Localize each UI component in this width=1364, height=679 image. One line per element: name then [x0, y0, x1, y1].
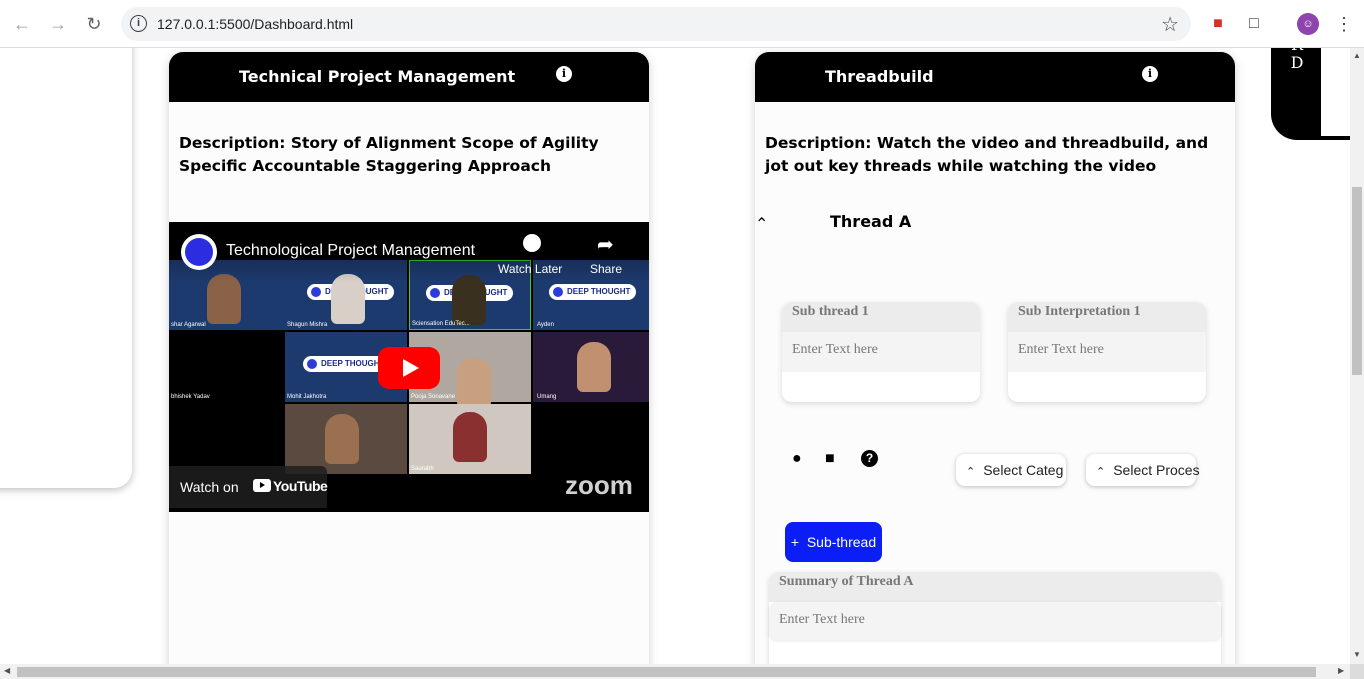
participant-name: Pooja Sonavane: [411, 394, 456, 400]
card-title: Technical Project Management: [239, 67, 516, 86]
back-arrow-icon[interactable]: ←: [10, 12, 34, 36]
video-embed[interactable]: shar Agarwal DEEP THOUGHTShagun Mishra D…: [169, 222, 649, 512]
description-label: Description:: [179, 134, 286, 152]
participant-name: Mohit Jakhotra: [287, 394, 327, 400]
scroll-right-arrow-icon[interactable]: ▶: [1338, 666, 1344, 675]
browser-toolbar: ← → ↻ i 127.0.0.1:5500/Dashboard.html ☆ …: [0, 0, 1364, 48]
watch-later-button[interactable]: Watch Later: [498, 262, 562, 276]
select-process-label: Select Proces: [1113, 462, 1200, 478]
sub-thread-box: Sub thread 1 Enter Text here: [782, 302, 980, 402]
scrollbar-corner: [1350, 664, 1364, 679]
participant-image: [453, 412, 487, 462]
description-label: Description:: [765, 134, 872, 152]
right-nav-tab-edge: [1321, 48, 1350, 136]
sub-thread-label: Sub thread 1: [782, 302, 980, 332]
channel-logo[interactable]: [181, 234, 217, 270]
card-header: Threadbuild i: [755, 52, 1235, 102]
horizontal-scroll-thumb[interactable]: [17, 667, 1316, 677]
vertical-scrollbar[interactable]: ▲ ▼: [1350, 48, 1364, 664]
participant-name: Sciensation EduTec...: [412, 321, 470, 327]
participant-image: [452, 275, 486, 325]
participant-name: Saurabh: [411, 466, 434, 472]
plus-icon: +: [790, 534, 807, 550]
share-button[interactable]: Share: [590, 262, 622, 276]
project-card: Technical Project Management i Descripti…: [169, 52, 649, 664]
right-nav-tab-label: R D: [1290, 48, 1304, 72]
select-process-button[interactable]: ⌃ Select Proces: [1086, 454, 1200, 486]
site-info-icon[interactable]: i: [130, 15, 147, 32]
chevron-up-icon: ⌃: [966, 466, 976, 478]
summary-input[interactable]: Enter Text here: [769, 602, 1221, 640]
watch-on-label: Watch on: [180, 479, 239, 495]
zoom-watermark: zoom: [565, 470, 633, 500]
thread-title: Thread A: [830, 212, 912, 231]
select-category-button[interactable]: ⌃ Select Categ: [956, 454, 1066, 486]
summary-label: Summary of Thread A: [769, 572, 1221, 602]
lightbulb-icon[interactable]: ●: [792, 450, 802, 468]
info-icon[interactable]: i: [1142, 66, 1158, 82]
card-description: Description: Watch the video and threadb…: [765, 132, 1225, 178]
participant-image: [325, 414, 359, 464]
youtube-logo-icon: [253, 479, 271, 492]
collapse-chevron-icon[interactable]: ⌃: [755, 214, 768, 234]
horizontal-scrollbar[interactable]: ◀ ▶: [0, 664, 1350, 679]
participant-name: shar Agarwal: [171, 322, 206, 328]
video-title[interactable]: Technological Project Management: [226, 242, 475, 260]
left-sidebar-panel: [0, 48, 132, 488]
profile-avatar-icon[interactable]: ☺: [1297, 13, 1319, 35]
scroll-down-arrow-icon[interactable]: ▼: [1353, 650, 1361, 659]
page-content: Technical Project Management i Descripti…: [0, 48, 1350, 664]
chat-bubble-icon[interactable]: ■: [825, 450, 835, 468]
select-category-label: Select Categ: [983, 462, 1064, 478]
address-bar[interactable]: i 127.0.0.1:5500/Dashboard.html ☆: [121, 7, 1191, 41]
chevron-up-icon: ⌃: [1096, 466, 1106, 478]
browser-menu-icon[interactable]: ⋮: [1333, 13, 1355, 35]
participant-name: Ayden: [537, 322, 554, 328]
reload-icon[interactable]: ↻: [82, 12, 106, 36]
vertical-scroll-thumb[interactable]: [1352, 187, 1362, 375]
sub-interpretation-label: Sub Interpretation 1: [1008, 302, 1206, 332]
video-tile: [285, 404, 407, 474]
add-sub-thread-button[interactable]: + Sub-thread: [785, 522, 882, 562]
video-tile: Umang: [533, 332, 649, 402]
sub-interpretation-box: Sub Interpretation 1 Enter Text here: [1008, 302, 1206, 402]
video-tile: Saurabh: [409, 404, 531, 474]
card-title: Threadbuild: [825, 67, 934, 86]
card-description: Description: Story of Alignment Scope of…: [179, 132, 639, 178]
info-icon[interactable]: i: [556, 66, 572, 82]
scroll-left-arrow-icon[interactable]: ◀: [4, 666, 10, 675]
video-tile: bhishek Yadav: [169, 332, 291, 402]
play-button[interactable]: [378, 347, 440, 389]
participant-name: Umang: [537, 394, 557, 400]
participant-name: bhishek Yadav: [171, 394, 210, 400]
sub-thread-input[interactable]: Enter Text here: [782, 332, 980, 372]
sub-interpretation-input[interactable]: Enter Text here: [1008, 332, 1206, 372]
threadbuild-card: Threadbuild i Description: Watch the vid…: [755, 52, 1235, 664]
participant-image: [577, 342, 611, 392]
extension-icon[interactable]: ■: [1207, 13, 1229, 35]
help-icon[interactable]: ?: [861, 450, 878, 467]
deep-thought-badge: DEEP THOUGHT: [549, 284, 637, 300]
card-header: Technical Project Management i: [169, 52, 649, 102]
add-sub-thread-label: Sub-thread: [806, 534, 877, 550]
clock-icon[interactable]: [523, 234, 541, 252]
bookmark-star-icon[interactable]: ☆: [1161, 12, 1179, 37]
summary-box: Summary of Thread A Enter Text here: [769, 572, 1221, 664]
extensions-puzzle-icon[interactable]: □: [1243, 13, 1265, 35]
scroll-up-arrow-icon[interactable]: ▲: [1353, 51, 1361, 60]
participant-name: Shagun Mishra: [287, 322, 328, 328]
watch-on-youtube-button[interactable]: Watch on YouTube: [169, 466, 328, 508]
participant-image: [457, 358, 491, 408]
share-icon[interactable]: ➦: [597, 232, 614, 257]
url-text[interactable]: 127.0.0.1:5500/Dashboard.html: [157, 16, 353, 32]
youtube-wordmark: YouTube: [273, 478, 328, 494]
forward-arrow-icon[interactable]: →: [46, 12, 70, 36]
